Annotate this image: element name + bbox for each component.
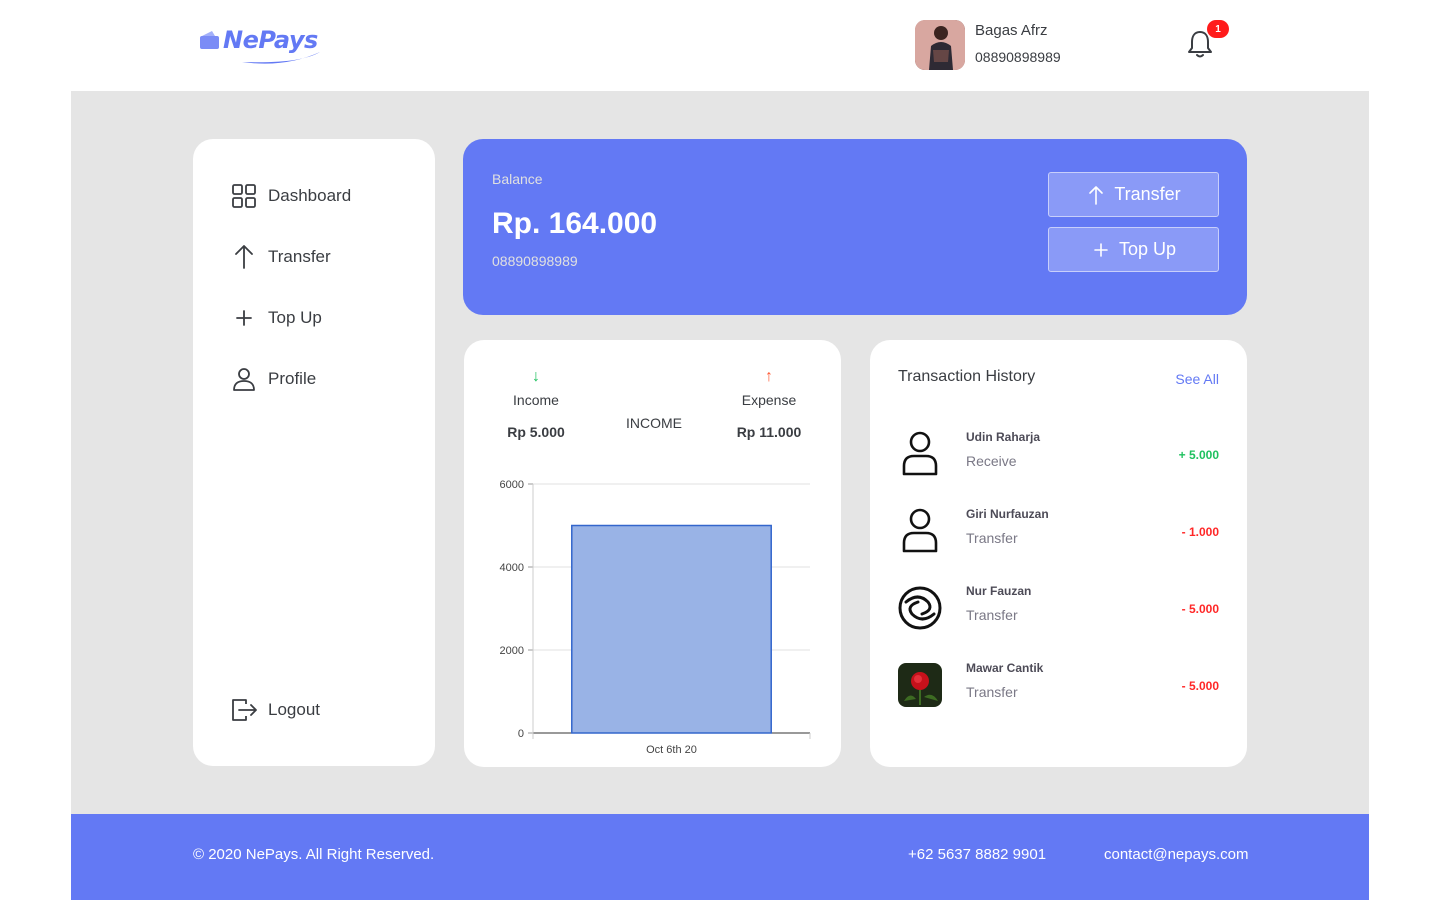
sidebar-item-dashboard[interactable]: Dashboard <box>231 183 351 209</box>
sidebar: Dashboard Transfer Top Up Profile Logout <box>193 139 435 766</box>
sidebar-item-transfer[interactable]: Transfer <box>231 244 331 270</box>
transaction-row[interactable]: Mawar Cantik Transfer - 5.000 <box>898 661 1219 711</box>
avatar[interactable] <box>915 20 965 70</box>
logout-button[interactable]: Logout <box>231 697 320 723</box>
wallet-logo-icon <box>200 31 219 49</box>
sidebar-item-label: Dashboard <box>268 186 352 205</box>
plus-icon <box>236 310 252 326</box>
logout-icon <box>232 699 257 721</box>
balance-phone: 08890898989 <box>492 253 578 269</box>
user-outline-icon <box>902 508 938 553</box>
balance-card: Balance Rp. 164.000 08890898989 Transfer… <box>463 139 1247 315</box>
footer-email[interactable]: contact@nepays.com <box>1104 846 1248 863</box>
transaction-row[interactable]: Udin Raharja Receive + 5.000 <box>898 430 1219 480</box>
sidebar-item-profile[interactable]: Profile <box>231 366 316 392</box>
logo-swoosh <box>242 52 320 64</box>
user-name: Bagas Afrz <box>975 22 1048 39</box>
income-chart-card: ↓ Income Rp 5.000 INCOME ↑ Expense Rp 11… <box>464 340 841 767</box>
sidebar-item-label: Transfer <box>268 247 331 266</box>
footer-phone[interactable]: +62 5637 8882 9901 <box>908 846 1046 863</box>
swirl-logo-icon <box>898 586 942 630</box>
person-photo-icon <box>915 20 965 70</box>
transaction-name: Mawar Cantik <box>966 661 1044 675</box>
plus-icon <box>1094 242 1108 257</box>
transaction-amount: - 5.000 <box>1181 679 1219 693</box>
user-outline-icon <box>902 431 938 476</box>
transaction-type: Transfer <box>966 530 1018 546</box>
income-bar-chart: 0 2000 4000 6000 Oct 6th 20 <box>500 479 811 756</box>
sidebar-item-label: Top Up <box>268 308 322 327</box>
transfer-button[interactable]: Transfer <box>1048 172 1219 217</box>
x-tick-label: Oct 6th 20 <box>646 744 697 756</box>
balance-value: Rp. 164.000 <box>492 207 658 240</box>
user-profile[interactable]: Bagas Afrz 08890898989 <box>915 20 1061 70</box>
transaction-type: Transfer <box>966 684 1018 700</box>
transaction-history-card: Transaction History See All Udin Raharja… <box>870 340 1247 767</box>
user-phone: 08890898989 <box>975 49 1061 65</box>
transaction-name: Giri Nurfauzan <box>966 507 1049 521</box>
sidebar-item-topup[interactable]: Top Up <box>231 305 322 331</box>
transaction-amount: + 5.000 <box>1178 448 1219 462</box>
y-tick-label: 2000 <box>500 645 524 657</box>
transfer-button-label: Transfer <box>1114 184 1181 204</box>
footer: © 2020 NePays. All Right Reserved. +62 5… <box>71 814 1369 900</box>
transaction-amount: - 1.000 <box>1181 525 1219 539</box>
user-icon <box>233 368 255 391</box>
y-tick-label: 6000 <box>500 479 524 491</box>
logout-label: Logout <box>268 700 320 719</box>
transaction-type: Receive <box>966 453 1017 469</box>
transaction-row[interactable]: Nur Fauzan Transfer - 5.000 <box>898 584 1219 634</box>
transaction-type: Transfer <box>966 607 1018 623</box>
transaction-history-title: Transaction History <box>898 368 1036 385</box>
arrow-up-icon <box>235 245 253 269</box>
sidebar-item-label: Profile <box>268 369 317 388</box>
topup-button[interactable]: Top Up <box>1048 227 1219 272</box>
transaction-row[interactable]: Giri Nurfauzan Transfer - 1.000 <box>898 507 1219 557</box>
y-tick-label: 4000 <box>500 562 524 574</box>
y-tick-label: 0 <box>518 728 524 740</box>
arrow-up-icon <box>1089 185 1104 205</box>
transaction-name: Nur Fauzan <box>966 584 1032 598</box>
balance-label: Balance <box>492 171 543 187</box>
chart-bar <box>571 524 772 734</box>
topup-button-label: Top Up <box>1118 239 1177 259</box>
transaction-name: Udin Raharja <box>966 430 1041 444</box>
footer-copyright: © 2020 NePays. All Right Reserved. <box>193 846 435 863</box>
top-header: NePays Bagas Afrz 08890898989 1 <box>0 0 1440 91</box>
see-all-link[interactable]: See All <box>1175 371 1219 387</box>
notification-badge: 1 <box>1207 20 1229 38</box>
transaction-amount: - 5.000 <box>1181 602 1219 616</box>
rose-photo-icon <box>898 663 942 707</box>
grid-icon <box>232 184 256 208</box>
